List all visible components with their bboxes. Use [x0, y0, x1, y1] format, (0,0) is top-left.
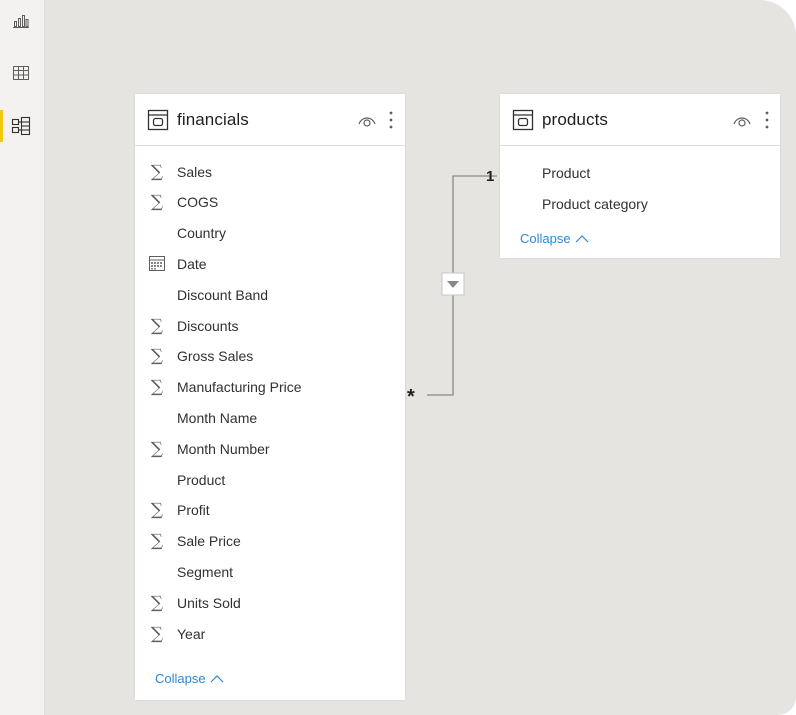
field-row[interactable]: ∑ Discounts [135, 310, 405, 341]
field-label: Units Sold [177, 594, 241, 611]
field-label: COGS [177, 194, 219, 211]
chevron-up-icon [210, 674, 224, 682]
relationship-one-cardinality: 1 [486, 168, 495, 185]
field-label: Manufacturing Price [177, 379, 302, 396]
more-options-icon[interactable] [762, 108, 772, 132]
field-label: Product [177, 471, 226, 488]
field-row[interactable]: ∑ Sales [135, 156, 405, 187]
field-label: Month Number [177, 440, 270, 457]
sigma-icon: ∑ [150, 377, 164, 398]
sigma-icon: ∑ [150, 623, 164, 644]
financials-table-card[interactable]: financials ∑ Sales ∑ COGS Country Date Discoun… [135, 94, 405, 700]
field-row[interactable]: Product [135, 464, 405, 495]
table-icon [147, 109, 169, 131]
field-label: Profit [177, 502, 210, 519]
sigma-icon: ∑ [150, 500, 164, 521]
data-view-button[interactable] [6, 58, 36, 88]
field-row[interactable]: Date [135, 248, 405, 279]
products-table-card[interactable]: products Product Product category Collaps… [500, 94, 780, 258]
model-view-button[interactable] [6, 111, 36, 141]
field-row[interactable]: ∑ Year [135, 618, 405, 649]
field-label: Country [177, 225, 227, 242]
chevron-up-icon [575, 234, 589, 242]
collapse-link[interactable]: Collapse [520, 231, 589, 246]
sigma-icon: ∑ [150, 438, 164, 459]
more-options-icon[interactable] [386, 108, 396, 132]
field-label: Segment [177, 563, 234, 580]
relationship-many-cardinality: * [407, 386, 415, 408]
field-row[interactable]: Product category [500, 188, 780, 219]
table-grid-icon [13, 66, 29, 80]
field-row[interactable]: ∑ Profit [135, 495, 405, 526]
field-row[interactable]: ∑ Sale Price [135, 526, 405, 557]
sigma-icon: ∑ [150, 531, 164, 552]
field-label: Date [177, 255, 207, 272]
sigma-icon: ∑ [150, 592, 164, 613]
view-switcher-rail [0, 0, 45, 715]
model-diagram-icon [11, 116, 31, 136]
active-view-indicator [0, 110, 3, 142]
field-row[interactable]: Country [135, 218, 405, 249]
sigma-icon: ∑ [150, 346, 164, 367]
sigma-icon: ∑ [150, 161, 164, 182]
field-row[interactable]: ∑ Gross Sales [135, 341, 405, 372]
sigma-icon: ∑ [150, 315, 164, 336]
field-label: Month Name [177, 409, 258, 426]
field-row[interactable]: ∑ Units Sold [135, 587, 405, 618]
field-label: Discounts [177, 317, 239, 334]
field-row[interactable]: Month Name [135, 402, 405, 433]
model-canvas[interactable]: * 1 financials ∑ Sales ∑ COGS Country Da… [45, 0, 796, 715]
table-title: products [542, 110, 609, 129]
field-row[interactable]: ∑ Month Number [135, 433, 405, 464]
collapse-link[interactable]: Collapse [155, 671, 224, 686]
bar-chart-icon [13, 15, 29, 28]
collapse-label: Collapse [155, 671, 206, 686]
field-label: Sale Price [177, 533, 241, 550]
table-icon [512, 109, 534, 131]
field-label: Product category [542, 195, 648, 212]
field-label: Gross Sales [177, 348, 254, 365]
products-table-header[interactable]: products [500, 94, 780, 146]
field-label: Product [542, 164, 591, 181]
field-label: Year [177, 625, 206, 642]
sigma-icon: ∑ [150, 192, 164, 213]
field-label: Discount Band [177, 286, 269, 303]
financials-table-header[interactable]: financials [135, 94, 405, 146]
field-row[interactable]: ∑ Manufacturing Price [135, 372, 405, 403]
visibility-eye-icon[interactable] [732, 111, 752, 129]
field-row[interactable]: Discount Band [135, 279, 405, 310]
calendar-icon [147, 254, 167, 274]
field-label: Sales [177, 163, 213, 180]
field-row[interactable]: Segment [135, 556, 405, 587]
table-title: financials [177, 110, 249, 129]
collapse-label: Collapse [520, 231, 571, 246]
field-row[interactable]: Product [500, 157, 780, 188]
visibility-eye-icon[interactable] [357, 111, 377, 129]
report-view-button[interactable] [6, 5, 36, 35]
field-row[interactable]: ∑ COGS [135, 187, 405, 218]
